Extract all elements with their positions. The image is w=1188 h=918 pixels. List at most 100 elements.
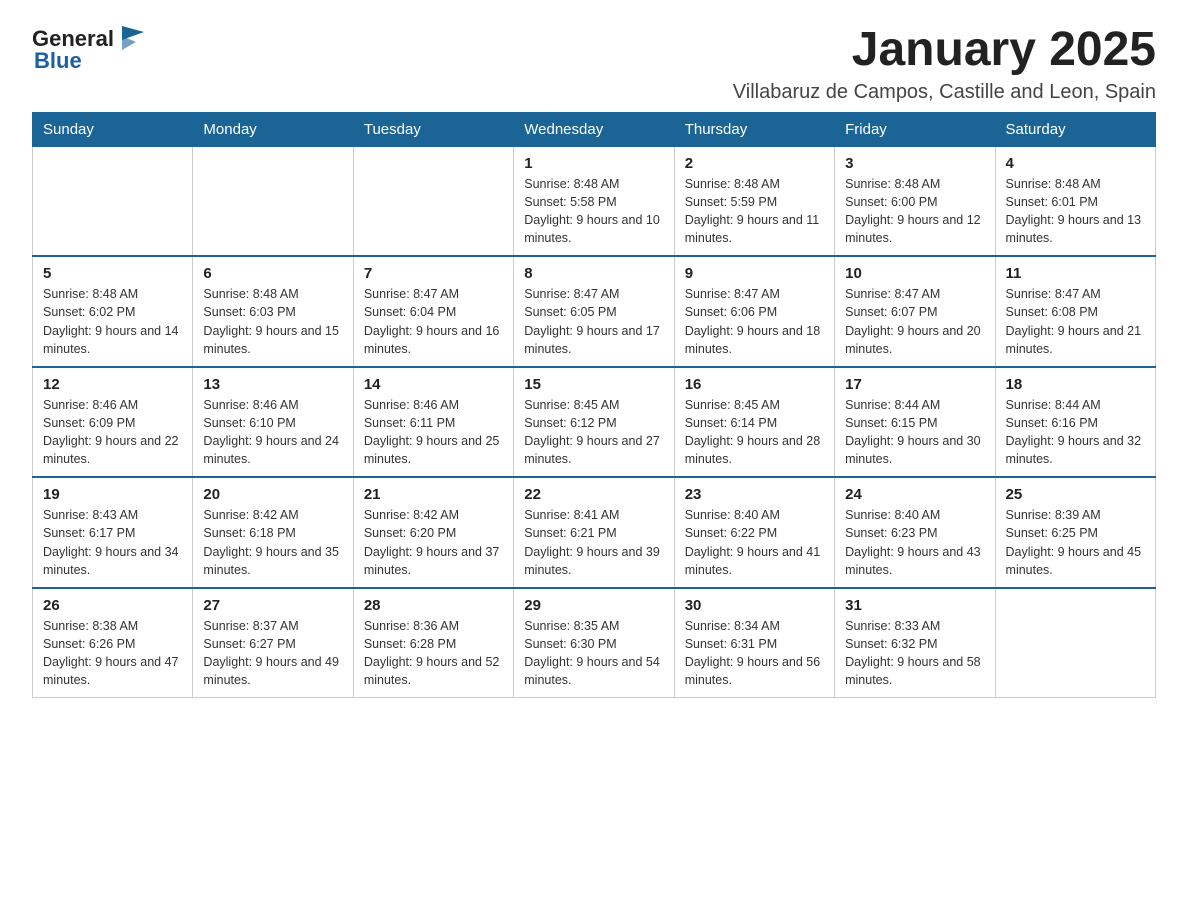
calendar-cell: 14 Sunrise: 8:46 AM Sunset: 6:11 PM Dayli… [353,367,513,478]
day-number: 26 [43,597,182,614]
day-number: 16 [685,376,824,393]
day-number: 17 [845,376,984,393]
calendar-cell: 16 Sunrise: 8:45 AM Sunset: 6:14 PM Dayli… [674,367,834,478]
calendar-header-friday: Friday [835,112,995,146]
title-block: January 2025 Villabaruz de Campos, Casti… [733,24,1156,104]
day-info: Sunrise: 8:47 AM Sunset: 6:08 PM Dayligh… [1006,285,1145,358]
day-number: 19 [43,486,182,503]
day-info: Sunrise: 8:48 AM Sunset: 6:00 PM Dayligh… [845,175,984,248]
day-info: Sunrise: 8:46 AM Sunset: 6:11 PM Dayligh… [364,396,503,469]
day-number: 29 [524,597,663,614]
calendar-cell: 22 Sunrise: 8:41 AM Sunset: 6:21 PM Dayli… [514,477,674,588]
day-number: 11 [1006,265,1145,282]
calendar-cell: 8Sunrise: 8:47 AM Sunset: 6:05 PM Daylig… [514,256,674,367]
day-info: Sunrise: 8:42 AM Sunset: 6:18 PM Dayligh… [203,506,342,579]
calendar-cell: 27Sunrise: 8:37 AM Sunset: 6:27 PM Dayli… [193,588,353,698]
day-number: 8 [524,265,663,282]
day-info: Sunrise: 8:47 AM Sunset: 6:06 PM Dayligh… [685,285,824,358]
calendar-cell: 15 Sunrise: 8:45 AM Sunset: 6:12 PM Dayli… [514,367,674,478]
day-info: Sunrise: 8:48 AM Sunset: 5:59 PM Dayligh… [685,175,824,248]
day-info: Sunrise: 8:48 AM Sunset: 5:58 PM Dayligh… [524,175,663,248]
day-info: Sunrise: 8:40 AM Sunset: 6:23 PM Dayligh… [845,506,984,579]
day-info: Sunrise: 8:39 AM Sunset: 6:25 PM Dayligh… [1006,506,1145,579]
day-number: 4 [1006,155,1145,172]
calendar-cell: 3 Sunrise: 8:48 AM Sunset: 6:00 PM Daylig… [835,146,995,256]
calendar-cell: 9Sunrise: 8:47 AM Sunset: 6:06 PM Daylig… [674,256,834,367]
calendar-header-sunday: Sunday [33,112,193,146]
day-number: 21 [364,486,503,503]
day-info: Sunrise: 8:44 AM Sunset: 6:15 PM Dayligh… [845,396,984,469]
calendar-cell: 13Sunrise: 8:46 AM Sunset: 6:10 PM Dayli… [193,367,353,478]
page-header: General Blue January 2025 Villabaruz de … [32,24,1156,104]
day-number: 20 [203,486,342,503]
calendar-cell: 25Sunrise: 8:39 AM Sunset: 6:25 PM Dayli… [995,477,1155,588]
subtitle: Villabaruz de Campos, Castille and Leon,… [733,81,1156,104]
day-info: Sunrise: 8:48 AM Sunset: 6:01 PM Dayligh… [1006,175,1145,248]
calendar-cell: 28Sunrise: 8:36 AM Sunset: 6:28 PM Dayli… [353,588,513,698]
calendar-cell: 20 Sunrise: 8:42 AM Sunset: 6:18 PM Dayli… [193,477,353,588]
day-info: Sunrise: 8:45 AM Sunset: 6:12 PM Dayligh… [524,396,663,469]
calendar-cell [995,588,1155,698]
day-number: 22 [524,486,663,503]
calendar-cell: 26Sunrise: 8:38 AM Sunset: 6:26 PM Dayli… [33,588,193,698]
calendar-cell: 19 Sunrise: 8:43 AM Sunset: 6:17 PM Dayli… [33,477,193,588]
calendar-cell [193,146,353,256]
day-info: Sunrise: 8:41 AM Sunset: 6:21 PM Dayligh… [524,506,663,579]
calendar-cell: 24 Sunrise: 8:40 AM Sunset: 6:23 PM Dayli… [835,477,995,588]
calendar-header-thursday: Thursday [674,112,834,146]
day-info: Sunrise: 8:45 AM Sunset: 6:14 PM Dayligh… [685,396,824,469]
calendar-cell: 31Sunrise: 8:33 AM Sunset: 6:32 PM Dayli… [835,588,995,698]
day-info: Sunrise: 8:34 AM Sunset: 6:31 PM Dayligh… [685,617,824,690]
calendar-week-row: 1 Sunrise: 8:48 AM Sunset: 5:58 PM Daylig… [33,146,1156,256]
calendar-week-row: 26Sunrise: 8:38 AM Sunset: 6:26 PM Dayli… [33,588,1156,698]
calendar-cell: 11 Sunrise: 8:47 AM Sunset: 6:08 PM Dayli… [995,256,1155,367]
calendar-cell: 10Sunrise: 8:47 AM Sunset: 6:07 PM Dayli… [835,256,995,367]
day-number: 1 [524,155,663,172]
day-info: Sunrise: 8:46 AM Sunset: 6:10 PM Dayligh… [203,396,342,469]
day-number: 7 [364,265,503,282]
calendar-week-row: 5Sunrise: 8:48 AM Sunset: 6:02 PM Daylig… [33,256,1156,367]
day-number: 6 [203,265,342,282]
main-title: January 2025 [733,24,1156,77]
day-info: Sunrise: 8:47 AM Sunset: 6:04 PM Dayligh… [364,285,503,358]
calendar-header-wednesday: Wednesday [514,112,674,146]
calendar-week-row: 19 Sunrise: 8:43 AM Sunset: 6:17 PM Dayli… [33,477,1156,588]
calendar-cell: 4 Sunrise: 8:48 AM Sunset: 6:01 PM Daylig… [995,146,1155,256]
calendar-header-monday: Monday [193,112,353,146]
calendar-header-tuesday: Tuesday [353,112,513,146]
day-info: Sunrise: 8:35 AM Sunset: 6:30 PM Dayligh… [524,617,663,690]
day-number: 12 [43,376,182,393]
day-number: 14 [364,376,503,393]
calendar-header-row: SundayMondayTuesdayWednesdayThursdayFrid… [33,112,1156,146]
day-number: 31 [845,597,984,614]
calendar-cell: 7 Sunrise: 8:47 AM Sunset: 6:04 PM Daylig… [353,256,513,367]
day-info: Sunrise: 8:48 AM Sunset: 6:03 PM Dayligh… [203,285,342,358]
calendar-cell: 18 Sunrise: 8:44 AM Sunset: 6:16 PM Dayli… [995,367,1155,478]
day-number: 18 [1006,376,1145,393]
calendar-cell: 29 Sunrise: 8:35 AM Sunset: 6:30 PM Dayli… [514,588,674,698]
logo-blue-text: Blue [34,48,82,74]
day-info: Sunrise: 8:42 AM Sunset: 6:20 PM Dayligh… [364,506,503,579]
day-number: 3 [845,155,984,172]
day-number: 15 [524,376,663,393]
day-number: 2 [685,155,824,172]
calendar-cell: 1 Sunrise: 8:48 AM Sunset: 5:58 PM Daylig… [514,146,674,256]
calendar-cell: 12Sunrise: 8:46 AM Sunset: 6:09 PM Dayli… [33,367,193,478]
day-info: Sunrise: 8:40 AM Sunset: 6:22 PM Dayligh… [685,506,824,579]
calendar-cell: 5Sunrise: 8:48 AM Sunset: 6:02 PM Daylig… [33,256,193,367]
day-number: 30 [685,597,824,614]
day-info: Sunrise: 8:47 AM Sunset: 6:07 PM Dayligh… [845,285,984,358]
calendar-cell: 21 Sunrise: 8:42 AM Sunset: 6:20 PM Dayli… [353,477,513,588]
calendar-cell [353,146,513,256]
day-info: Sunrise: 8:44 AM Sunset: 6:16 PM Dayligh… [1006,396,1145,469]
day-number: 23 [685,486,824,503]
day-number: 27 [203,597,342,614]
day-info: Sunrise: 8:43 AM Sunset: 6:17 PM Dayligh… [43,506,182,579]
logo-flag-icon [116,22,146,54]
calendar-cell: 23 Sunrise: 8:40 AM Sunset: 6:22 PM Dayli… [674,477,834,588]
calendar-cell: 2 Sunrise: 8:48 AM Sunset: 5:59 PM Daylig… [674,146,834,256]
day-info: Sunrise: 8:48 AM Sunset: 6:02 PM Dayligh… [43,285,182,358]
day-number: 24 [845,486,984,503]
day-number: 28 [364,597,503,614]
calendar-week-row: 12Sunrise: 8:46 AM Sunset: 6:09 PM Dayli… [33,367,1156,478]
